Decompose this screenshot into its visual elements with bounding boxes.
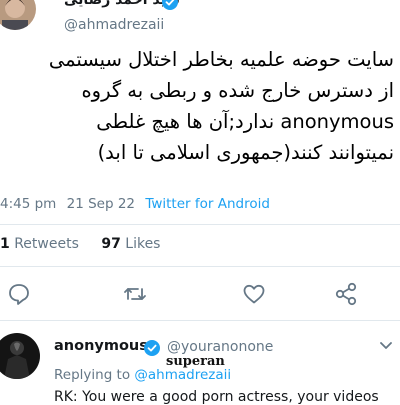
original-avatar[interactable] — [0, 0, 36, 30]
original-handle[interactable]: @ahmadrezaii — [64, 17, 164, 33]
retweets-stat[interactable]: 1 Retweets — [0, 236, 79, 252]
retweets-label: Retweets — [14, 236, 79, 252]
reply-text: RK: You were a good porn actress, your v… — [54, 389, 379, 405]
comment-icon[interactable] — [6, 281, 32, 307]
likes-label: Likes — [125, 236, 161, 252]
like-icon[interactable] — [241, 281, 267, 307]
retweets-count: 1 — [0, 236, 10, 252]
tweet-meta: 4:45 pm 21 Sep 22 Twitter for Android — [0, 196, 270, 212]
tweet-date[interactable]: 21 Sep 22 — [67, 196, 135, 212]
reply-handle[interactable]: @youranonone — [167, 339, 273, 355]
tweet-stats: 1 Retweets 97 Likes — [0, 236, 160, 252]
tweet-source-link[interactable]: Twitter for Android — [145, 196, 270, 212]
likes-stat[interactable]: 97 Likes — [101, 236, 160, 252]
verified-badge-icon — [162, 0, 178, 10]
replying-to: Replying to @ahmadrezaii — [54, 367, 231, 383]
divider — [0, 320, 400, 321]
reply-avatar[interactable] — [0, 333, 40, 379]
replying-to-prefix: Replying to — [54, 367, 131, 383]
tweet-text: سایت حوضه علمیه بخاطر اختلال سیستمی از د… — [10, 44, 394, 168]
reply-display-name[interactable]: anonymous — [54, 338, 148, 354]
more-options-icon[interactable] — [378, 338, 394, 354]
divider — [0, 266, 400, 267]
tweet-time[interactable]: 4:45 pm — [0, 196, 56, 212]
verified-badge-icon — [144, 340, 160, 356]
retweet-icon[interactable] — [122, 281, 148, 307]
tweet-text-line: سایت حوضه علمیه بخاطر اختلال سیستمی — [48, 48, 394, 71]
likes-count: 97 — [101, 236, 121, 252]
tweet-text-line: anonymous ندارد;آن ها هیچ غلطی — [96, 110, 394, 133]
tweet-text-line: نمیتوانند کنند(جمهوری اسلامی تا ابد) — [97, 141, 394, 164]
replying-to-handle-link[interactable]: @ahmadrezaii — [134, 367, 231, 383]
tweet-text-line: از دسترس خارج شده و ربطی به گروه — [81, 79, 394, 102]
share-icon[interactable] — [333, 281, 359, 307]
divider — [0, 224, 400, 225]
